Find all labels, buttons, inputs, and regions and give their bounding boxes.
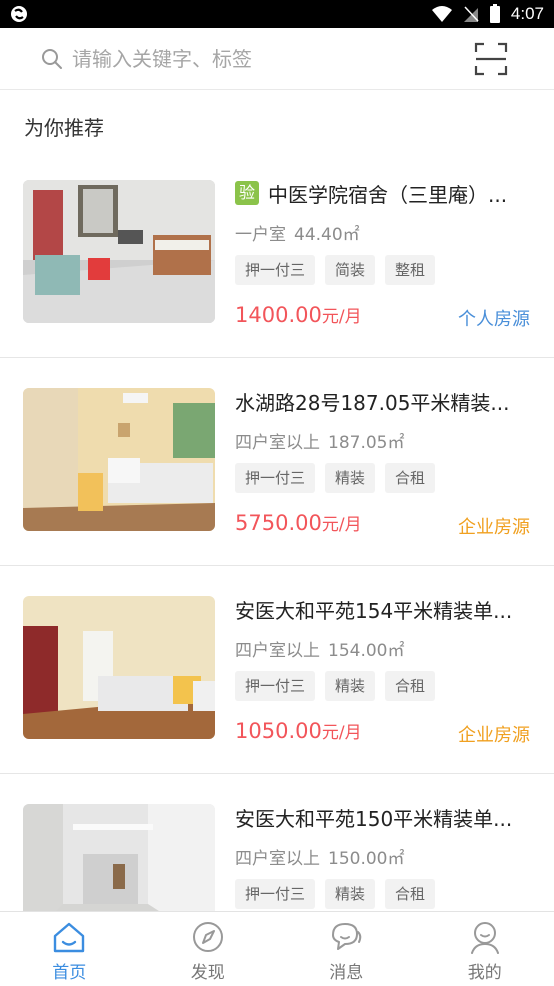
chat-icon — [332, 923, 362, 950]
listing-photo — [23, 180, 215, 323]
listing-meta: 四户室以上 187.05㎡ — [235, 428, 404, 453]
listing-tag: 押一付三 — [235, 463, 316, 493]
wifi-icon — [431, 6, 452, 22]
nav-item-home[interactable]: 首页 — [0, 912, 139, 986]
bottom-nav: 首页 发现 消息 我的 — [0, 911, 554, 986]
listing-layout: 一户室 — [235, 225, 286, 245]
price-unit: 元/月 — [321, 515, 362, 535]
nav-label: 首页 — [52, 963, 87, 983]
listing-title-row: 安医大和平苑150平米精装单... — [235, 802, 535, 832]
signal-icon — [463, 6, 479, 22]
listing-source: 个人房源 — [458, 309, 530, 330]
price-unit: 元/月 — [321, 723, 362, 743]
listing-title: 安医大和平苑150平米精装单... — [235, 806, 513, 831]
listing-title: 水湖路28号187.05平米精装... — [235, 390, 510, 415]
compass-icon — [192, 922, 223, 952]
nav-item-profile[interactable]: 我的 — [416, 912, 554, 986]
listing-price: 1050.00元/月 — [235, 718, 362, 743]
listing-card[interactable]: 验 中医学院宿舍（三里庵）... 一户室 44.40㎡ 押一付三 简装 整租 14… — [0, 150, 554, 358]
home-icon — [54, 922, 85, 953]
listing-tag: 精装 — [325, 463, 376, 493]
price-unit: 元/月 — [321, 307, 362, 327]
listing-source: 企业房源 — [458, 725, 530, 746]
scan-icon[interactable] — [474, 42, 508, 76]
listing-tags: 押一付三 精装 合租 — [235, 879, 436, 909]
search-input[interactable] — [72, 40, 432, 78]
price-value: 1400.00 — [235, 303, 322, 327]
nav-label: 消息 — [329, 963, 364, 983]
listing-meta: 四户室以上 154.00㎡ — [235, 636, 404, 661]
search-icon — [42, 49, 62, 69]
listing-meta: 四户室以上 150.00㎡ — [235, 844, 404, 869]
listing-tag: 精装 — [325, 879, 376, 909]
listing-title-row: 验 中医学院宿舍（三里庵）... — [235, 178, 535, 208]
listing-price: 1400.00元/月 — [235, 302, 362, 327]
nav-item-messages[interactable]: 消息 — [277, 912, 416, 986]
app-notification-icon — [11, 6, 27, 22]
listing-tag: 押一付三 — [235, 671, 316, 701]
listing-tags: 押一付三 简装 整租 — [235, 255, 436, 285]
listing-tag: 押一付三 — [235, 255, 316, 285]
nav-label: 发现 — [190, 963, 225, 983]
listing-tags: 押一付三 精装 合租 — [235, 463, 436, 493]
listing-source: 企业房源 — [458, 517, 530, 538]
price-value: 5750.00 — [235, 511, 322, 535]
listing-area: 150.00㎡ — [328, 849, 405, 869]
listing-card[interactable]: 安医大和平苑154平米精装单... 四户室以上 154.00㎡ 押一付三 精装 合… — [0, 566, 554, 774]
listing-area: 154.00㎡ — [328, 641, 405, 661]
listing-tag: 整租 — [385, 255, 436, 285]
listing-title: 安医大和平苑154平米精装单... — [235, 598, 513, 623]
listing-layout: 四户室以上 — [235, 641, 320, 661]
user-icon — [470, 922, 499, 954]
listing-photo — [23, 388, 215, 531]
listing-tag: 简装 — [325, 255, 376, 285]
listing-tags: 押一付三 精装 合租 — [235, 671, 436, 701]
listing-meta: 一户室 44.40㎡ — [235, 220, 360, 245]
listing-tag: 精装 — [325, 671, 376, 701]
listing-area: 44.40㎡ — [294, 225, 360, 245]
nav-item-discover[interactable]: 发现 — [139, 912, 278, 986]
listing-title: 中医学院宿舍（三里庵）... — [268, 182, 508, 207]
listing-card[interactable]: 水湖路28号187.05平米精装... 四户室以上 187.05㎡ 押一付三 精装… — [0, 358, 554, 566]
listing-tag: 合租 — [385, 879, 436, 909]
listing-price: 5750.00元/月 — [235, 510, 362, 535]
listing-tag: 合租 — [385, 463, 436, 493]
verified-badge: 验 — [235, 181, 259, 205]
status-bar: 4:07 — [0, 0, 554, 28]
status-time: 4:07 — [510, 4, 544, 23]
listing-photo — [23, 596, 215, 739]
nav-label: 我的 — [467, 963, 502, 983]
listing-area: 187.05㎡ — [328, 433, 405, 453]
search-bar — [0, 28, 554, 90]
listing-title-row: 水湖路28号187.05平米精装... — [235, 386, 535, 416]
listing-layout: 四户室以上 — [235, 849, 320, 869]
listing-list: 验 中医学院宿舍（三里庵）... 一户室 44.40㎡ 押一付三 简装 整租 14… — [0, 150, 554, 982]
listing-tag: 押一付三 — [235, 879, 316, 909]
section-title: 为你推荐 — [24, 116, 104, 140]
listing-tag: 合租 — [385, 671, 436, 701]
price-value: 1050.00 — [235, 719, 322, 743]
battery-icon — [489, 4, 500, 23]
listing-title-row: 安医大和平苑154平米精装单... — [235, 594, 535, 624]
listing-layout: 四户室以上 — [235, 433, 320, 453]
